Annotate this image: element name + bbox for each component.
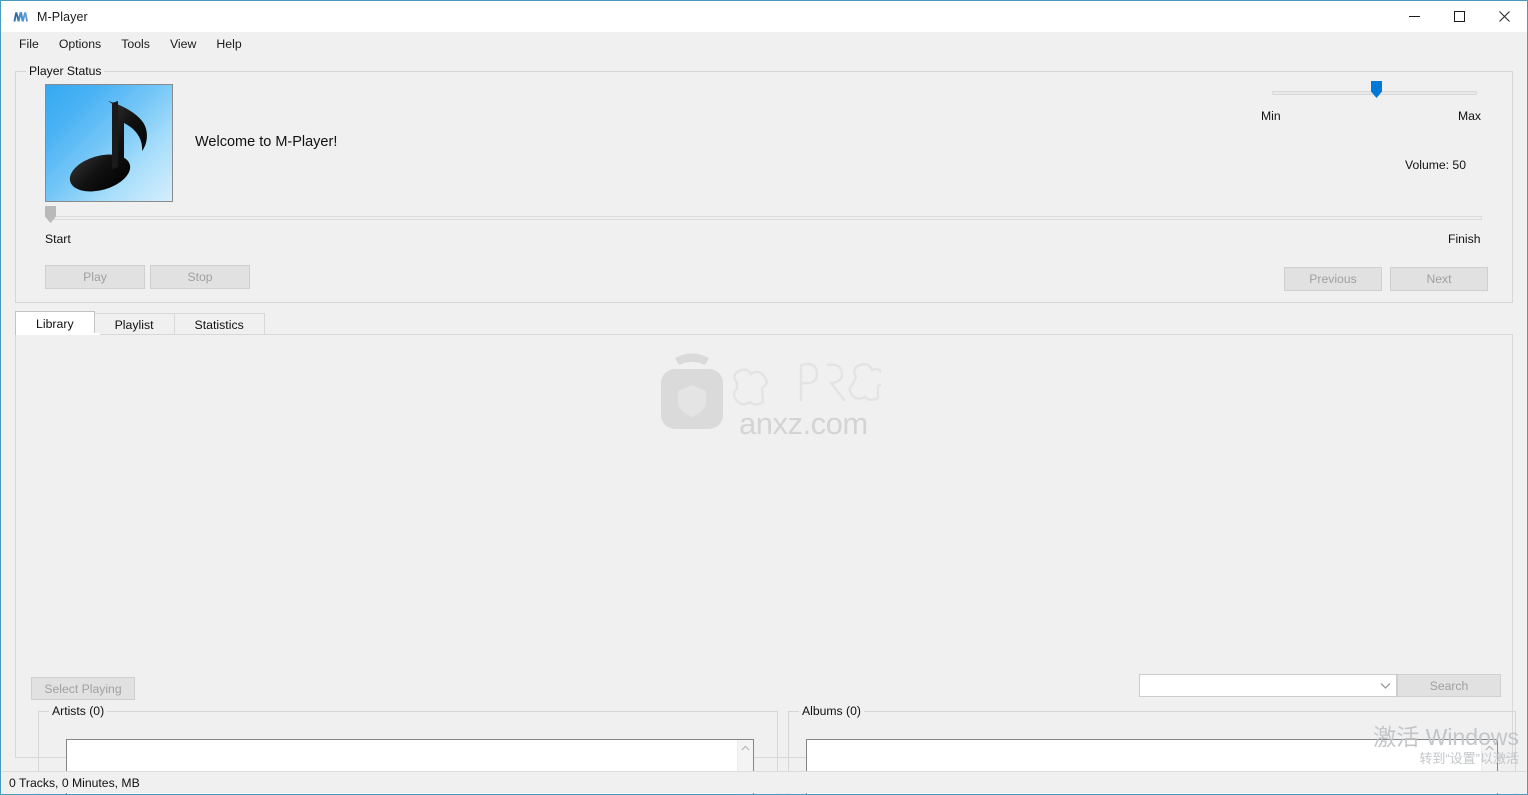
active-tab-seam	[16, 333, 100, 335]
next-button[interactable]: Next	[1390, 267, 1488, 291]
albums-group-title: Albums (0)	[799, 704, 864, 718]
tab-library[interactable]: Library	[15, 311, 95, 335]
menu-bar: File Options Tools View Help	[1, 32, 1527, 56]
scroll-up-icon[interactable]	[738, 740, 754, 756]
volume-value-label: Volume: 50	[1405, 158, 1466, 172]
stop-button[interactable]: Stop	[150, 265, 250, 289]
close-button[interactable]	[1482, 1, 1527, 32]
volume-min-label: Min	[1261, 109, 1281, 123]
menu-item-tools[interactable]: Tools	[112, 34, 159, 54]
chevron-down-icon[interactable]	[1374, 675, 1396, 696]
title-bar: M-Player	[1, 1, 1527, 32]
progress-finish-label: Finish	[1448, 232, 1481, 246]
status-bar-text: 0 Tracks, 0 Minutes, MB	[9, 775, 140, 790]
welcome-message: Welcome to M-Player!	[195, 134, 338, 150]
menu-item-help[interactable]: Help	[207, 34, 250, 54]
artists-group-title: Artists (0)	[49, 704, 108, 718]
window-controls	[1392, 1, 1527, 32]
search-combobox[interactable]	[1139, 674, 1397, 697]
progress-slider-thumb[interactable]	[45, 206, 56, 223]
play-button[interactable]: Play	[45, 265, 145, 289]
maximize-button[interactable]	[1437, 1, 1482, 32]
album-art	[45, 84, 173, 202]
player-status-group-title: Player Status	[26, 64, 105, 78]
tab-playlist[interactable]: Playlist	[93, 313, 175, 335]
status-bar: 0 Tracks, 0 Minutes, MB	[2, 771, 1526, 793]
progress-slider-track[interactable]	[48, 216, 1482, 220]
app-logo-icon	[12, 9, 28, 25]
library-tab-panel: Select Playing Search Artists (0) Albums…	[15, 334, 1516, 794]
menu-item-options[interactable]: Options	[50, 34, 110, 54]
music-note-icon	[69, 101, 147, 192]
select-playing-button[interactable]: Select Playing	[31, 677, 135, 700]
application-window: M-Player File Options Tools View Help Pl…	[0, 0, 1528, 795]
search-button[interactable]: Search	[1397, 674, 1501, 697]
scroll-up-icon[interactable]	[1482, 740, 1498, 756]
progress-start-label: Start	[45, 232, 71, 246]
volume-max-label: Max	[1458, 109, 1482, 123]
tab-strip: Library Playlist Statistics	[15, 311, 1513, 335]
menu-item-view[interactable]: View	[161, 34, 205, 54]
volume-slider-thumb[interactable]	[1371, 81, 1382, 98]
previous-button[interactable]: Previous	[1284, 267, 1382, 291]
minimize-button[interactable]	[1392, 1, 1437, 32]
player-status-group: Player Status Welcome to M-Player! Min M	[15, 64, 1513, 303]
search-input[interactable]	[1140, 675, 1374, 696]
menu-item-file[interactable]: File	[10, 34, 48, 54]
window-title: M-Player	[37, 9, 88, 24]
tab-statistics[interactable]: Statistics	[173, 313, 265, 335]
